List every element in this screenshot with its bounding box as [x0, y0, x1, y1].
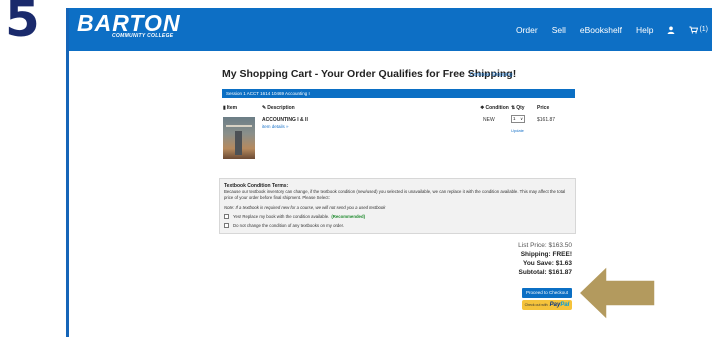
- shipping-total: Shipping: FREE!: [520, 251, 572, 258]
- left-divider: [66, 8, 69, 337]
- pencil-icon: ✎: [262, 105, 267, 111]
- nav-sell[interactable]: Sell: [552, 25, 566, 35]
- item-price: $161.87: [537, 117, 556, 123]
- continue-shopping-link[interactable]: Continue Shopping: [470, 72, 513, 78]
- info-icon: ❖: [480, 105, 485, 111]
- option-no-change-checkbox[interactable]: [224, 223, 229, 228]
- paypal-logo: PayPal: [549, 302, 570, 308]
- page-root: 5 BARTON COMMUNITY COLLEGE Order Sell eB…: [0, 0, 712, 337]
- update-quantity-link[interactable]: Update: [511, 128, 524, 133]
- arrow-shape: [577, 264, 656, 322]
- session-course-bar: Session 1 ACCT 1614 10469 Accounting I: [222, 89, 575, 98]
- condition-terms-box: Textbook Condition Terms: Because our te…: [219, 178, 576, 234]
- step-number: 5: [5, 0, 40, 48]
- barton-logo[interactable]: BARTON COMMUNITY COLLEGE: [77, 10, 181, 39]
- subtotal: Subtotal: $161.87: [518, 269, 572, 276]
- column-header-qty: ⇅Qty: [511, 105, 525, 111]
- you-save: You Save: $1.63: [522, 260, 572, 267]
- cart-icon: [689, 26, 699, 34]
- pointer-arrow-icon: [577, 264, 656, 322]
- column-header-price: Price: [537, 105, 550, 111]
- book-cover-image[interactable]: [223, 117, 255, 159]
- site-header: BARTON COMMUNITY COLLEGE Order Sell eBoo…: [69, 8, 712, 51]
- bookmark-icon: ▮: [223, 105, 226, 111]
- column-header-condition: ❖Condition: [480, 105, 509, 111]
- cart-count: (1): [699, 26, 708, 33]
- proceed-to-checkout-button[interactable]: Proceed to Checkout: [522, 288, 572, 298]
- option-replace[interactable]: Yes! Replace my book with the condition …: [224, 214, 365, 219]
- item-details-link[interactable]: item details »: [262, 124, 289, 129]
- item-title: ACCOUNTING I & II: [262, 117, 308, 123]
- order-totals: List Price: $163.50 Shipping: FREE! You …: [518, 241, 572, 277]
- option-replace-checkbox[interactable]: [224, 214, 229, 219]
- chevron-down-icon: ∨: [520, 116, 523, 121]
- list-price: List Price: $163.50: [518, 242, 572, 249]
- column-header-description: ✎Description: [262, 105, 295, 111]
- nav-order[interactable]: Order: [516, 25, 538, 35]
- recommended-label: (Recommended): [331, 214, 366, 219]
- cart-button[interactable]: (1): [689, 26, 708, 34]
- nav-ebookshelf[interactable]: eBookshelf: [580, 25, 622, 35]
- sort-icon: ⇅: [511, 105, 516, 111]
- logo-wordmark: BARTON: [77, 10, 181, 36]
- item-condition: NEW: [483, 117, 495, 123]
- quantity-select[interactable]: 1 ∨: [511, 115, 525, 123]
- user-icon[interactable]: [667, 26, 675, 34]
- column-header-item: ▮Item: [223, 105, 238, 111]
- terms-body: Because our textbook inventory can chang…: [224, 189, 566, 200]
- nav-help[interactable]: Help: [636, 25, 653, 35]
- paypal-checkout-button[interactable]: Check out with PayPal: [522, 300, 572, 310]
- main-nav: Order Sell eBookshelf Help (1): [502, 8, 708, 51]
- terms-note: Note: If a textbook is required new for …: [224, 205, 386, 210]
- logo-subtitle: COMMUNITY COLLEGE: [112, 33, 174, 39]
- option-no-change[interactable]: Do not change the condition of any textb…: [224, 223, 344, 228]
